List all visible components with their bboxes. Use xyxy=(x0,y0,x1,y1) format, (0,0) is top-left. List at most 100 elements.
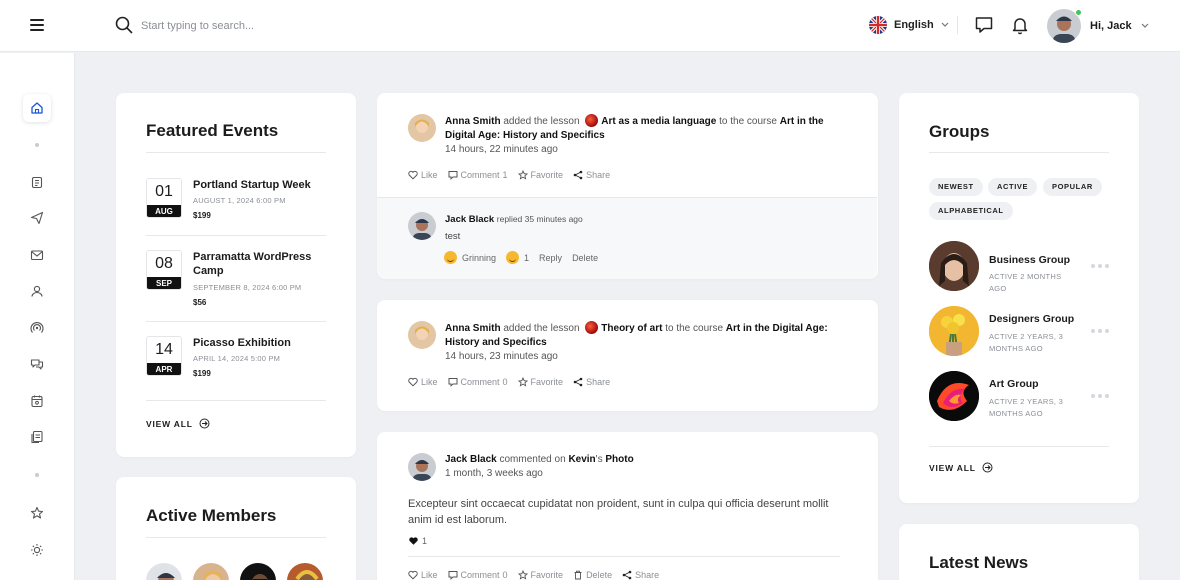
group-avatar[interactable] xyxy=(929,241,979,291)
event-date-badge: 08 SEP xyxy=(146,250,182,290)
lesson-link[interactable]: Art as a media language xyxy=(601,116,716,127)
featured-events-title: Featured Events xyxy=(146,121,279,140)
member-avatar[interactable] xyxy=(238,561,278,580)
share-button[interactable]: Share xyxy=(622,570,659,580)
member-avatar[interactable] xyxy=(191,561,231,580)
group-avatar[interactable] xyxy=(929,306,979,356)
comment-button[interactable]: Comment 0 xyxy=(448,570,508,580)
group-more-menu-icon[interactable] xyxy=(1091,264,1109,268)
top-header: English Hi, Jack xyxy=(0,0,1180,52)
reply-author[interactable]: Jack Black xyxy=(445,214,494,225)
group-more-menu-icon[interactable] xyxy=(1091,394,1109,398)
like-button[interactable]: Like xyxy=(408,170,438,180)
actor-link[interactable]: Anna Smith xyxy=(445,116,501,127)
group-name[interactable]: Business Group xyxy=(989,254,1070,266)
sidebar-item-home[interactable] xyxy=(23,94,51,122)
activity-post: Anna Smith added the lesson Art as a med… xyxy=(377,93,878,279)
calendar-icon xyxy=(31,395,43,408)
filter-chip-alphabetical[interactable]: ALPHABETICAL xyxy=(929,202,1013,220)
sidebar-item-theme[interactable] xyxy=(23,536,51,564)
event-title[interactable]: Picasso Exhibition xyxy=(193,336,323,350)
reply-button[interactable]: Reply xyxy=(539,253,562,263)
share-icon xyxy=(622,570,632,580)
group-name[interactable]: Art Group xyxy=(989,378,1039,390)
member-avatar[interactable] xyxy=(285,561,325,580)
activity-actions: Like Comment 0 Favorite Delete Share xyxy=(408,570,659,580)
activity-verb: added the lesson xyxy=(503,116,580,127)
reaction-count[interactable]: 1 xyxy=(506,251,529,264)
activity-time: 14 hours, 23 minutes ago xyxy=(445,351,558,362)
delete-button[interactable]: Delete xyxy=(572,253,598,263)
divider xyxy=(146,321,326,322)
favorite-button[interactable]: Favorite xyxy=(517,570,563,580)
latest-news-card: Latest News xyxy=(899,524,1139,580)
sidebar-item-courses[interactable] xyxy=(23,168,51,196)
event-month: SEP xyxy=(147,277,181,289)
sidebar-item-forums[interactable] xyxy=(23,350,51,378)
groups-view-all-link[interactable]: VIEW ALL xyxy=(929,462,993,473)
view-all-label: VIEW ALL xyxy=(146,418,193,429)
activity-body: Excepteur sint occaecat cupidatat non pr… xyxy=(408,498,829,526)
header-divider xyxy=(957,16,958,34)
activity-verb: added the lesson xyxy=(503,323,580,334)
sidebar-item-profile[interactable] xyxy=(23,277,51,305)
divider xyxy=(146,400,326,401)
filter-chip-newest[interactable]: NEWEST xyxy=(929,178,983,196)
divider xyxy=(146,152,326,153)
comment-button[interactable]: Comment 0 xyxy=(448,377,508,387)
search-icon[interactable] xyxy=(115,16,133,34)
like-button[interactable]: Like xyxy=(408,570,438,580)
reply-avatar[interactable] xyxy=(408,212,436,240)
lesson-link[interactable]: Theory of art xyxy=(601,323,662,334)
favorite-button[interactable]: Favorite xyxy=(517,170,563,180)
notifications-bell-icon[interactable] xyxy=(1010,15,1030,35)
event-title[interactable]: Portland Startup Week xyxy=(193,178,323,192)
group-name[interactable]: Designers Group xyxy=(989,313,1074,325)
share-button[interactable]: Share xyxy=(573,377,610,387)
events-view-all-link[interactable]: VIEW ALL xyxy=(146,418,210,429)
favorite-button[interactable]: Favorite xyxy=(517,377,563,387)
search-input[interactable] xyxy=(141,16,441,36)
delete-button[interactable]: Delete xyxy=(573,570,612,580)
event-month: APR xyxy=(147,363,181,375)
group-more-menu-icon[interactable] xyxy=(1091,329,1109,333)
event-price: $56 xyxy=(193,298,207,307)
like-button[interactable]: Like xyxy=(408,377,438,387)
member-avatar[interactable] xyxy=(144,561,184,580)
sidebar-item-favorites[interactable] xyxy=(23,499,51,527)
reaction-grinning[interactable]: Grinning xyxy=(444,251,496,264)
messages-icon[interactable] xyxy=(974,15,994,35)
sidebar-item-events[interactable] xyxy=(23,387,51,415)
comment-icon xyxy=(448,171,458,180)
actor-avatar[interactable] xyxy=(408,321,436,349)
event-title[interactable]: Parramatta WordPress Camp xyxy=(193,250,323,278)
actor-avatar[interactable] xyxy=(408,114,436,142)
menu-toggle-icon[interactable] xyxy=(30,19,44,31)
envelope-icon xyxy=(30,250,44,261)
like-count: 1 xyxy=(408,536,427,546)
target-link[interactable]: Photo xyxy=(605,454,633,465)
group-avatar[interactable] xyxy=(929,371,979,421)
filter-chip-popular[interactable]: POPULAR xyxy=(1043,178,1102,196)
sidebar-item-broadcast[interactable] xyxy=(23,314,51,342)
sidebar-item-documents[interactable] xyxy=(23,423,51,451)
comment-button[interactable]: Comment 1 xyxy=(448,170,508,180)
event-price: $199 xyxy=(193,369,211,378)
reply-actions: Grinning 1 Reply Delete xyxy=(444,251,598,264)
reply-meta: replied 35 minutes ago xyxy=(496,214,583,224)
sidebar-item-activity[interactable] xyxy=(23,204,51,232)
target-user-link[interactable]: Kevin xyxy=(568,454,595,465)
user-menu[interactable]: Hi, Jack xyxy=(1047,9,1149,43)
user-icon xyxy=(31,285,43,297)
actor-link[interactable]: Jack Black xyxy=(445,454,497,465)
divider xyxy=(146,537,326,538)
language-label: English xyxy=(894,19,934,31)
actor-avatar[interactable] xyxy=(408,453,436,481)
arrow-circle-icon xyxy=(982,462,993,473)
possessive: 's xyxy=(595,454,603,465)
actor-link[interactable]: Anna Smith xyxy=(445,323,501,334)
sidebar-item-messages[interactable] xyxy=(23,241,51,269)
share-button[interactable]: Share xyxy=(573,170,610,180)
language-selector[interactable]: English xyxy=(869,15,949,35)
filter-chip-active[interactable]: ACTIVE xyxy=(988,178,1038,196)
